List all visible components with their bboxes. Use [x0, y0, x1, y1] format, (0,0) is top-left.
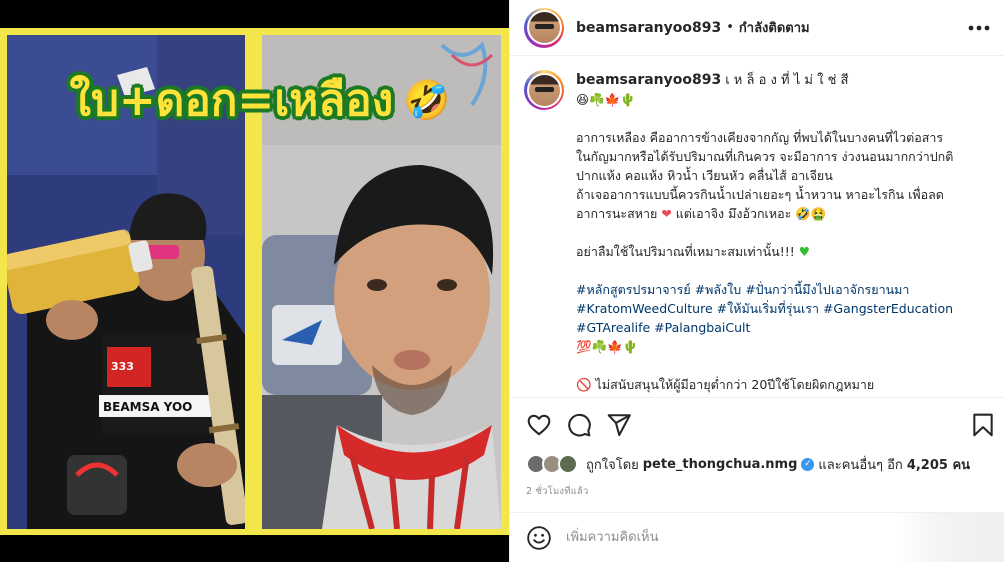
- liker-avatars[interactable]: [526, 454, 582, 474]
- caption-title: เ ห ล็ อ ง ที่ ไ ม่ ใ ช่ สี: [725, 73, 849, 88]
- caption-text-suffix: แต่เอาจิง มึงอ้วกเหอะ 🤣🤮: [671, 206, 827, 221]
- header-separator-dot: •: [726, 20, 734, 35]
- caption-paragraph-line: ถ้าเจออาการแบบนี้ควรกินน้ำเปล่าเยอะๆ น้ำ…: [576, 187, 944, 202]
- caption-paragraph-line: ปากแห้ง คอแห้ง หิวน้ำ เวียนหัว คลื่นไส้ …: [576, 168, 833, 183]
- hashtag-link[interactable]: #หลักสูตรปรมาจารย์: [576, 282, 691, 297]
- post-timestamp[interactable]: 2 ชั่วโมงที่แล้ว: [526, 484, 589, 499]
- caption-paragraph-line: ในกัญมากหรือได้รับปริมาณที่เกินควร จะมีอ…: [576, 149, 954, 164]
- hashtag-link[interactable]: #GTArealife: [576, 320, 650, 335]
- red-heart-icon: ❤: [661, 206, 672, 221]
- hashtag-line: #KratomWeedCulture #ให้มันเริ่มที่รุ่นเร…: [576, 299, 991, 318]
- hashtag-link[interactable]: #KratomWeedCulture: [576, 301, 713, 316]
- rofl-emoji-icon: 🤣: [403, 77, 451, 122]
- share-icon[interactable]: [606, 412, 632, 438]
- svg-text:333: 333: [111, 360, 134, 373]
- caption-paragraph-line: อาการนะสหาย ❤ แต่เอาจิง มึงอ้วกเหอะ 🤣🤮: [576, 204, 991, 223]
- caption-reminder-line: อย่าลืมใช้ในปริมาณที่เหมาะสมเท่านั้น!!! …: [576, 242, 991, 261]
- overlay-title-text: ใบ+ดอก=เหลือง: [69, 75, 394, 126]
- smiley-icon[interactable]: [526, 525, 552, 551]
- caption-body: beamsaranyoo893 เ ห ล็ อ ง ที่ ไ ม่ ใ ช่…: [576, 70, 991, 394]
- hashtag-link[interactable]: #ให้มันเริ่มที่รุ่นเรา: [717, 301, 819, 316]
- more-horizontal-icon: [968, 25, 990, 31]
- likes-summary: ถูกใจโดย pete_thongchua.nmg ✓ และคนอื่นๆ…: [526, 453, 970, 475]
- post-comment-area[interactable]: [895, 513, 1004, 562]
- caption-username[interactable]: beamsaranyoo893: [576, 72, 721, 88]
- caption-emoji-line-2: 💯☘️🍁🌵: [576, 339, 639, 354]
- post-header: beamsaranyoo893 • กำลังติดตาม: [510, 0, 1004, 56]
- author-username[interactable]: beamsaranyoo893: [576, 20, 721, 36]
- and-others-label: และคนอื่นๆ อีก: [818, 457, 903, 473]
- post-actions-bar: [510, 397, 1004, 449]
- media-overlay-title: ใบ+ดอก=เหลือง 🤣: [30, 60, 490, 140]
- more-options-button[interactable]: [967, 18, 991, 38]
- post-media[interactable]: 333 BEAMSA YOO ใบ+ดอก=เหลือง 🤣: [0, 0, 509, 562]
- green-heart-icon: ♥: [798, 244, 810, 259]
- hashtag-link[interactable]: #ปั่นกว่านี้มึงไปเอาจักรยานมา: [745, 282, 909, 297]
- caption-reminder-text: อย่าลืมใช้ในปริมาณที่เหมาะสมเท่านั้น!!!: [576, 244, 799, 259]
- caption-author-avatar[interactable]: [524, 70, 564, 110]
- caption-warning-line: 🚫 ไม่สนับสนุนให้ผู้มีอายุต่ำกว่า 20ปีใช้…: [576, 377, 875, 392]
- bookmark-icon[interactable]: [970, 412, 996, 438]
- avatar-image: [528, 12, 560, 43]
- caption-emoji-line: 😆☘️🍁🌵: [576, 92, 636, 107]
- caption-text-prefix: อาการนะสหาย: [576, 206, 662, 221]
- svg-text:BEAMSA YOO: BEAMSA YOO: [103, 400, 192, 414]
- hashtag-link[interactable]: #GangsterEducation: [823, 301, 953, 316]
- hashtag-link[interactable]: #พลังใบ: [695, 282, 742, 297]
- caption-scroll-area[interactable]: beamsaranyoo893 เ ห ล็ อ ง ที่ ไ ม่ ใ ช่…: [510, 57, 1004, 397]
- caption-first-line: beamsaranyoo893 เ ห ล็ อ ง ที่ ไ ม่ ใ ช่…: [576, 70, 991, 90]
- hashtag-line: #หลักสูตรปรมาจารย์ #พลังใบ #ปั่นกว่านี้ม…: [576, 280, 991, 299]
- others-count-link[interactable]: 4,205 คน: [907, 454, 970, 475]
- hashtag-line: #GTArealife #PalangbaiCult: [576, 318, 991, 337]
- comment-input[interactable]: [566, 525, 866, 550]
- liked-by-user-link[interactable]: pete_thongchua.nmg: [643, 457, 798, 472]
- author-avatar[interactable]: [524, 7, 564, 48]
- comment-bar: [510, 512, 1004, 562]
- comment-icon[interactable]: [566, 412, 592, 438]
- heart-outline-icon[interactable]: [526, 412, 552, 438]
- liker-avatar: [558, 454, 578, 474]
- following-button[interactable]: กำลังติดตาม: [739, 17, 810, 38]
- caption-paragraph-line: อาการเหลือง คืออาการข้างเคียงจากกัญ ที่พ…: [576, 130, 944, 145]
- verified-badge-icon: ✓: [801, 457, 815, 471]
- avatar-border: [526, 72, 562, 108]
- caption-row: beamsaranyoo893 เ ห ล็ อ ง ที่ ไ ม่ ใ ช่…: [524, 70, 991, 394]
- avatar-image: [528, 74, 560, 106]
- post-panel: beamsaranyoo893 • กำลังติดตาม beamsarany…: [509, 0, 1004, 562]
- hashtag-link[interactable]: #PalangbaiCult: [654, 320, 750, 335]
- liked-by-label: ถูกใจโดย: [586, 457, 639, 473]
- avatar-border: [526, 10, 562, 45]
